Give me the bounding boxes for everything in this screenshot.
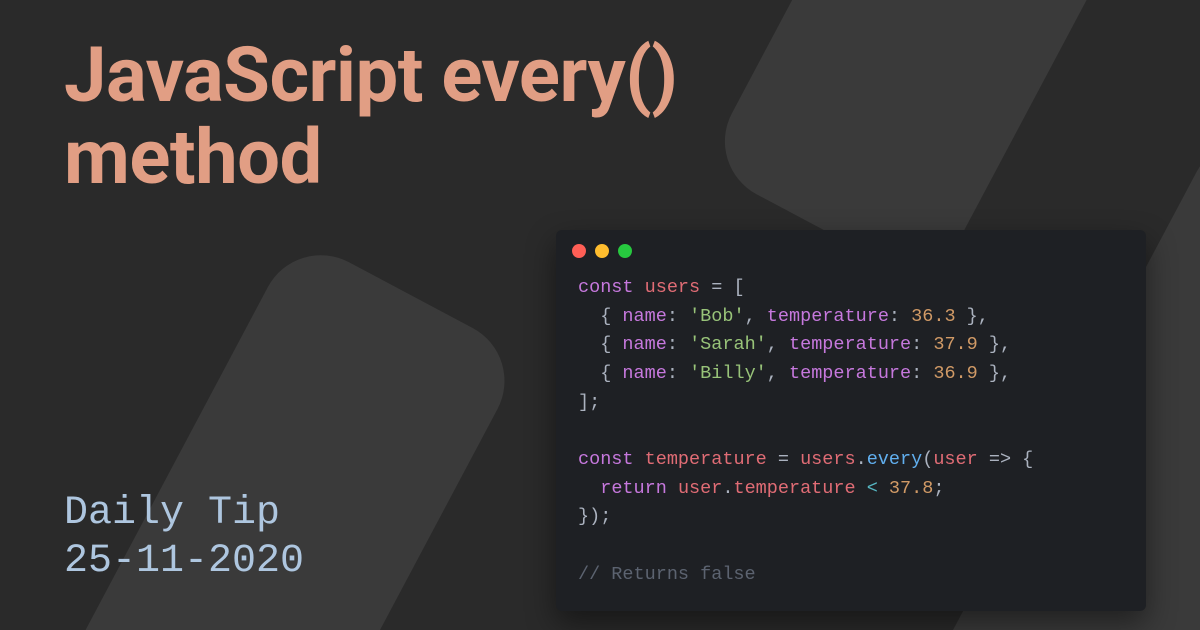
card-canvas: { "title": "JavaScript every() method", …: [0, 0, 1200, 630]
tip-date: 25-11-2020: [64, 538, 304, 586]
code-window: const users = [ { name: 'Bob', temperatu…: [556, 230, 1146, 611]
code-snippet: const users = [ { name: 'Bob', temperatu…: [556, 264, 1146, 593]
minimize-icon: [595, 244, 609, 258]
tip-label: Daily Tip: [64, 490, 304, 538]
close-icon: [572, 244, 586, 258]
zoom-icon: [618, 244, 632, 258]
daily-tip-block: Daily Tip 25-11-2020: [64, 490, 304, 586]
page-title: JavaScript every() method: [64, 34, 804, 198]
window-controls: [556, 230, 1146, 264]
